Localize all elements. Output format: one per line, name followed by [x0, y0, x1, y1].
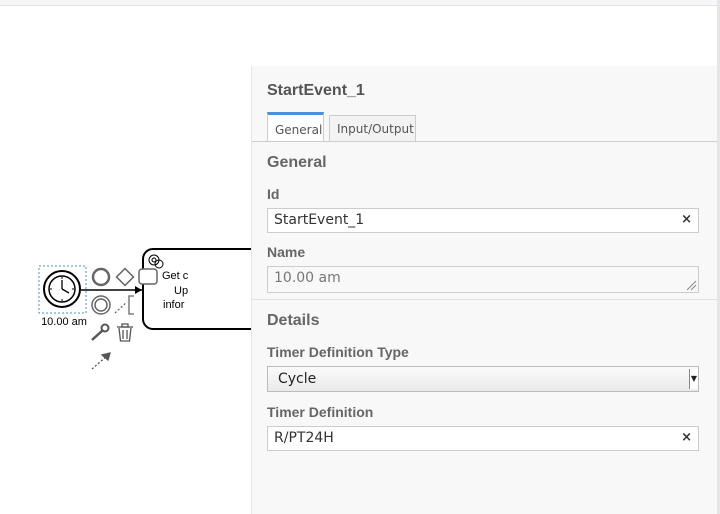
resize-handle-icon[interactable] — [685, 279, 697, 291]
wrench-icon[interactable] — [91, 323, 110, 341]
append-intermediate-event-icon[interactable] — [91, 295, 111, 315]
group-title-general: General — [267, 154, 327, 171]
event-label: 10.00 am — [41, 316, 87, 328]
diagram-svg: 10.00 am Get c Up infor — [38, 248, 251, 370]
clear-id-button[interactable]: × — [681, 212, 692, 227]
name-textarea[interactable]: 10.00 am — [267, 266, 699, 293]
trash-icon[interactable] — [117, 323, 133, 342]
task-text-line-2: Up — [174, 285, 188, 297]
clear-timer-def-button[interactable]: × — [681, 430, 692, 445]
append-task-icon[interactable] — [138, 268, 158, 285]
append-end-event-icon[interactable] — [91, 267, 111, 287]
timer-def-value: R/PT24H — [274, 430, 334, 446]
name-label: Name — [267, 244, 306, 260]
name-value: 10.00 am — [274, 270, 341, 286]
timer-type-select[interactable]: Cycle ▼ — [267, 366, 699, 392]
task-text-line-1: Get c — [162, 270, 189, 282]
service-task[interactable]: Get c Up infor — [142, 248, 251, 330]
tab-input-output[interactable]: Input/Output — [329, 115, 416, 141]
timer-start-event[interactable] — [43, 270, 81, 308]
tab-general[interactable]: General — [267, 112, 324, 142]
timer-type-value: Cycle — [278, 371, 317, 387]
timer-def-field[interactable]: R/PT24H × — [267, 426, 699, 451]
id-field[interactable]: StartEvent_1 × — [267, 208, 699, 233]
properties-panel: StartEvent_1 General Input/Output Genera… — [251, 66, 718, 514]
append-gateway-icon[interactable] — [115, 267, 135, 287]
connect-arrow-icon[interactable] — [91, 352, 111, 370]
timer-type-label: Timer Definition Type — [267, 344, 409, 360]
timer-def-label: Timer Definition — [267, 404, 374, 420]
diagram-canvas[interactable]: 10.00 am Get c Up infor — [0, 6, 251, 514]
panel-title: StartEvent_1 — [267, 82, 365, 99]
dropdown-arrow-icon: ▼ — [689, 369, 698, 389]
task-text-line-3: infor — [163, 299, 185, 311]
group-title-details: Details — [267, 312, 320, 329]
id-label: Id — [267, 186, 280, 202]
tab-divider — [252, 141, 718, 142]
section-divider — [252, 299, 718, 300]
flow-arrowhead — [135, 286, 142, 294]
id-value: StartEvent_1 — [274, 212, 365, 228]
text-annotation-icon[interactable] — [114, 295, 134, 315]
